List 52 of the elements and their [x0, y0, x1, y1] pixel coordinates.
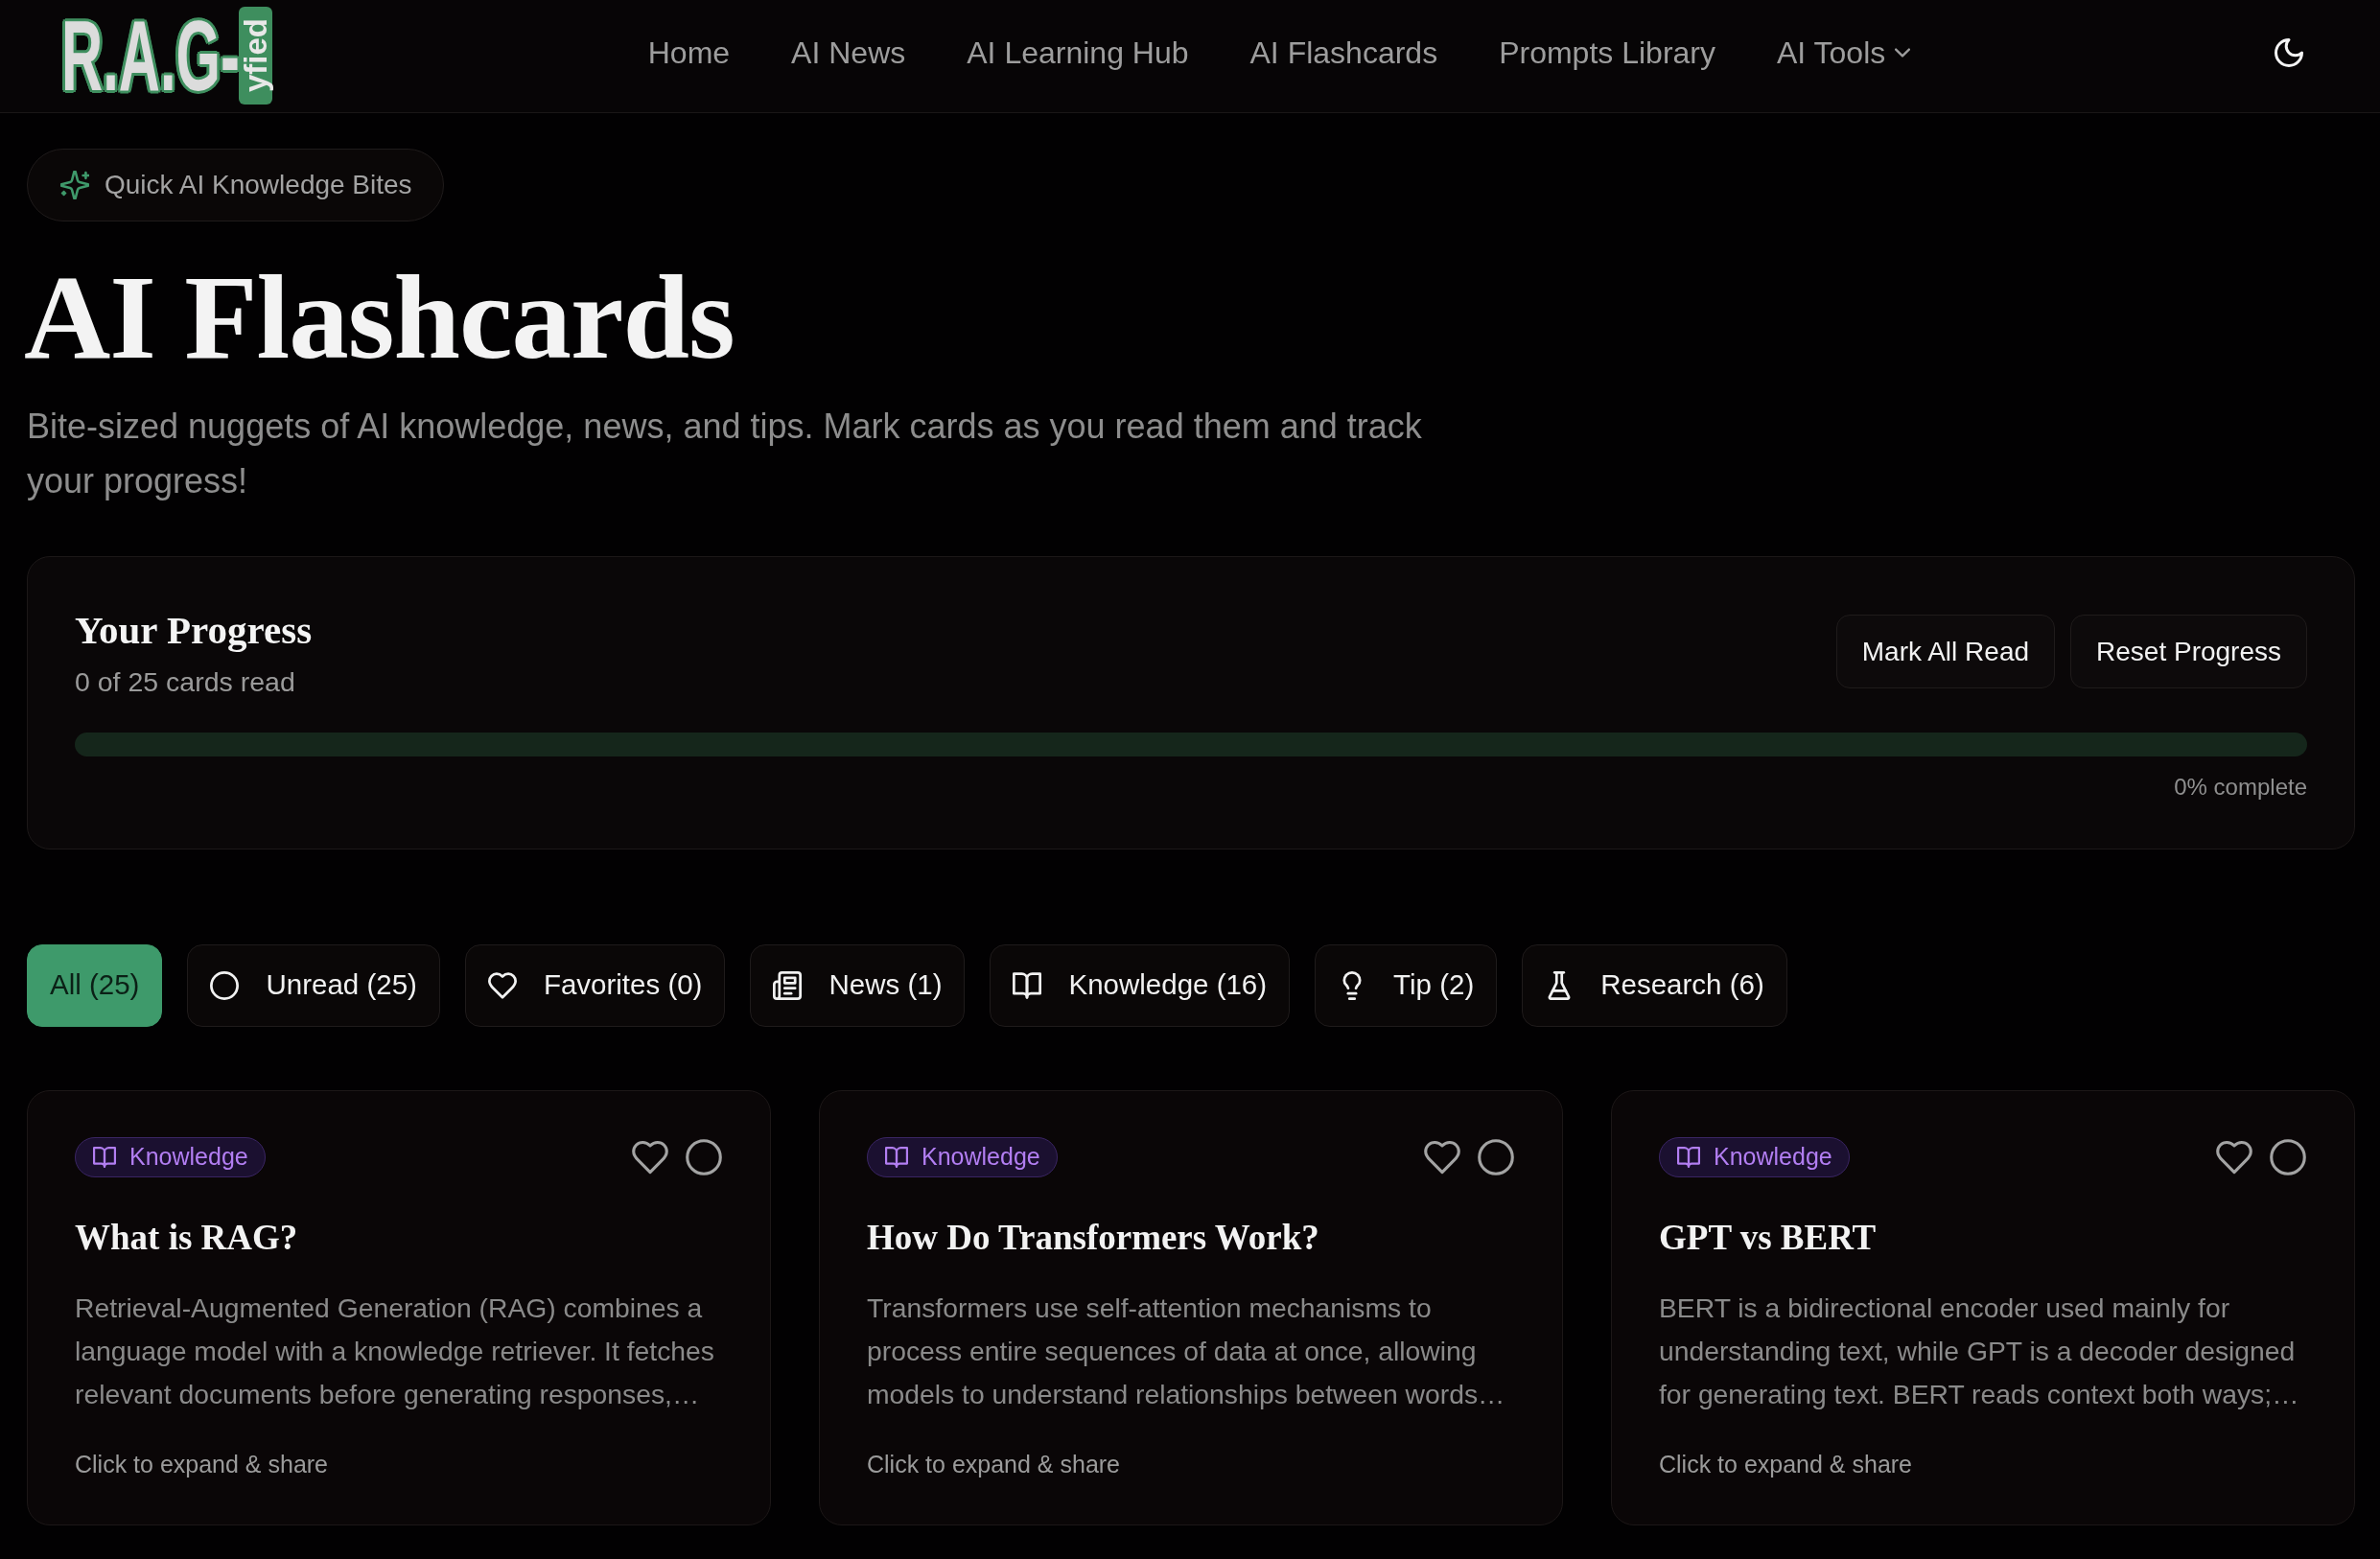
heart-icon[interactable] — [1424, 1138, 1460, 1175]
tag-label: Knowledge — [922, 1141, 1040, 1172]
dropdown-link[interactable]: AI Tools — [1777, 29, 1911, 76]
heart-icon[interactable] — [2216, 1138, 2252, 1175]
action-button[interactable]: Mark All Read — [1835, 615, 2056, 688]
filter-button[interactable]: Unread (25) — [187, 943, 440, 1027]
moon-icon[interactable] — [2275, 37, 2303, 67]
circle-icon[interactable] — [686, 1138, 722, 1175]
nav-link[interactable]: Home — [647, 29, 731, 76]
card-description: Retrieval-Augmented Generation (RAG) combines a language model with a knowledge retriever. It fetches relevant documents before generating responses,… — [75, 1291, 715, 1411]
filter-button[interactable]: Tip (2) — [1315, 943, 1498, 1027]
card-description: Transformers use self-attention mechanisms to process entire sequences of data at once, allowing models to understand relationships between words… — [867, 1291, 1506, 1411]
book-icon — [1013, 970, 1042, 1000]
panel-title: Your Progress — [75, 606, 313, 654]
card-description: BERT is a bidirectional encoder used mainly for understanding text, while GPT is a decoder designed for generating text. BERT reads context both ways;… — [1659, 1291, 2300, 1411]
circle-icon[interactable] — [2270, 1138, 2306, 1175]
nav-link[interactable]: AI Flashcards — [1249, 29, 1438, 76]
action-button[interactable]: Reset Progress — [2070, 615, 2307, 688]
circle-icon[interactable] — [1478, 1138, 1514, 1175]
nav-link[interactable]: AI News — [791, 29, 906, 76]
newspaper-icon — [773, 970, 803, 1000]
progress-reading: 0% complete — [2173, 772, 2307, 802]
flashcard[interactable]: Knowledge GPT vs BERT BERT is a bidirectional encoder used mainly for understanding text, while GPT is a decoder designed for generating text. BERT reads context both ways;… Click to expand & share — [1611, 1089, 2355, 1525]
sparkle-icon — [60, 171, 89, 199]
badge-label: Quick AI Knowledge Bites — [105, 169, 412, 201]
heart-icon[interactable] — [632, 1138, 668, 1175]
filter-button[interactable]: Knowledge (16) — [990, 943, 1291, 1027]
flashcard[interactable]: Knowledge What is RAG? Retrieval-Augmented Generation (RAG) combines a language model with a knowledge retriever. It fetches relevant documents before generating responses,… Click to expand & share — [27, 1089, 771, 1525]
page-subtitle: Bite-sized nuggets of AI knowledge, news, and tips. Mark cards as you read them and track your progress! — [27, 405, 1423, 502]
book-icon — [885, 1145, 908, 1169]
filter-button[interactable]: Research (6) — [1522, 943, 1787, 1027]
card-title: How Do Transformers Work? — [867, 1216, 1320, 1259]
book-icon — [93, 1145, 116, 1169]
nav-link[interactable]: Prompts Library — [1499, 29, 1715, 76]
filter-button[interactable]: All (25) — [27, 943, 163, 1027]
card-title: What is RAG? — [75, 1216, 299, 1259]
page-title: AI Flashcards — [24, 252, 735, 384]
expand-hint: Click to expand & share — [1659, 1449, 1914, 1478]
filter-button[interactable]: Favorites (0) — [464, 943, 726, 1027]
heart-icon — [487, 970, 517, 1000]
expand-hint: Click to expand & share — [867, 1449, 1122, 1478]
tag-label: Knowledge — [1714, 1141, 1832, 1172]
circle-icon — [210, 970, 240, 1000]
progress-summary: 0 of 25 cards read — [75, 664, 296, 699]
filter-button[interactable]: News (1) — [750, 943, 966, 1027]
card-title: GPT vs BERT — [1659, 1216, 1878, 1259]
book-icon — [1677, 1145, 1700, 1169]
expand-hint: Click to expand & share — [75, 1449, 330, 1478]
flashcard[interactable] — [819, 1089, 1563, 1525]
tag-label: Knowledge — [129, 1141, 248, 1172]
logo[interactable]: R.A.G- yfied — [61, 0, 284, 112]
nav-link[interactable]: AI Learning Hub — [967, 29, 1189, 76]
